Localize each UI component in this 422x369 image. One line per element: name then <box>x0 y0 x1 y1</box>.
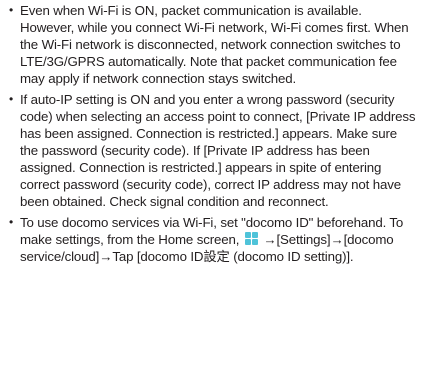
bullet: • <box>9 215 14 229</box>
bullet: • <box>9 3 14 17</box>
note-docomo-id: • To use docomo services via Wi-Fi, set … <box>6 214 416 265</box>
note-wifi-packet: • Even when Wi-Fi is ON, packet communic… <box>6 2 416 87</box>
note-auto-ip: • If auto-IP setting is ON and you enter… <box>6 91 416 210</box>
note-text: If auto-IP setting is ON and you enter a… <box>20 92 416 209</box>
bullet: • <box>9 92 14 106</box>
notes-document: • Even when Wi-Fi is ON, packet communic… <box>0 0 422 265</box>
apps-grid-icon <box>243 231 259 246</box>
note-text: Even when Wi-Fi is ON, packet communicat… <box>20 3 409 86</box>
